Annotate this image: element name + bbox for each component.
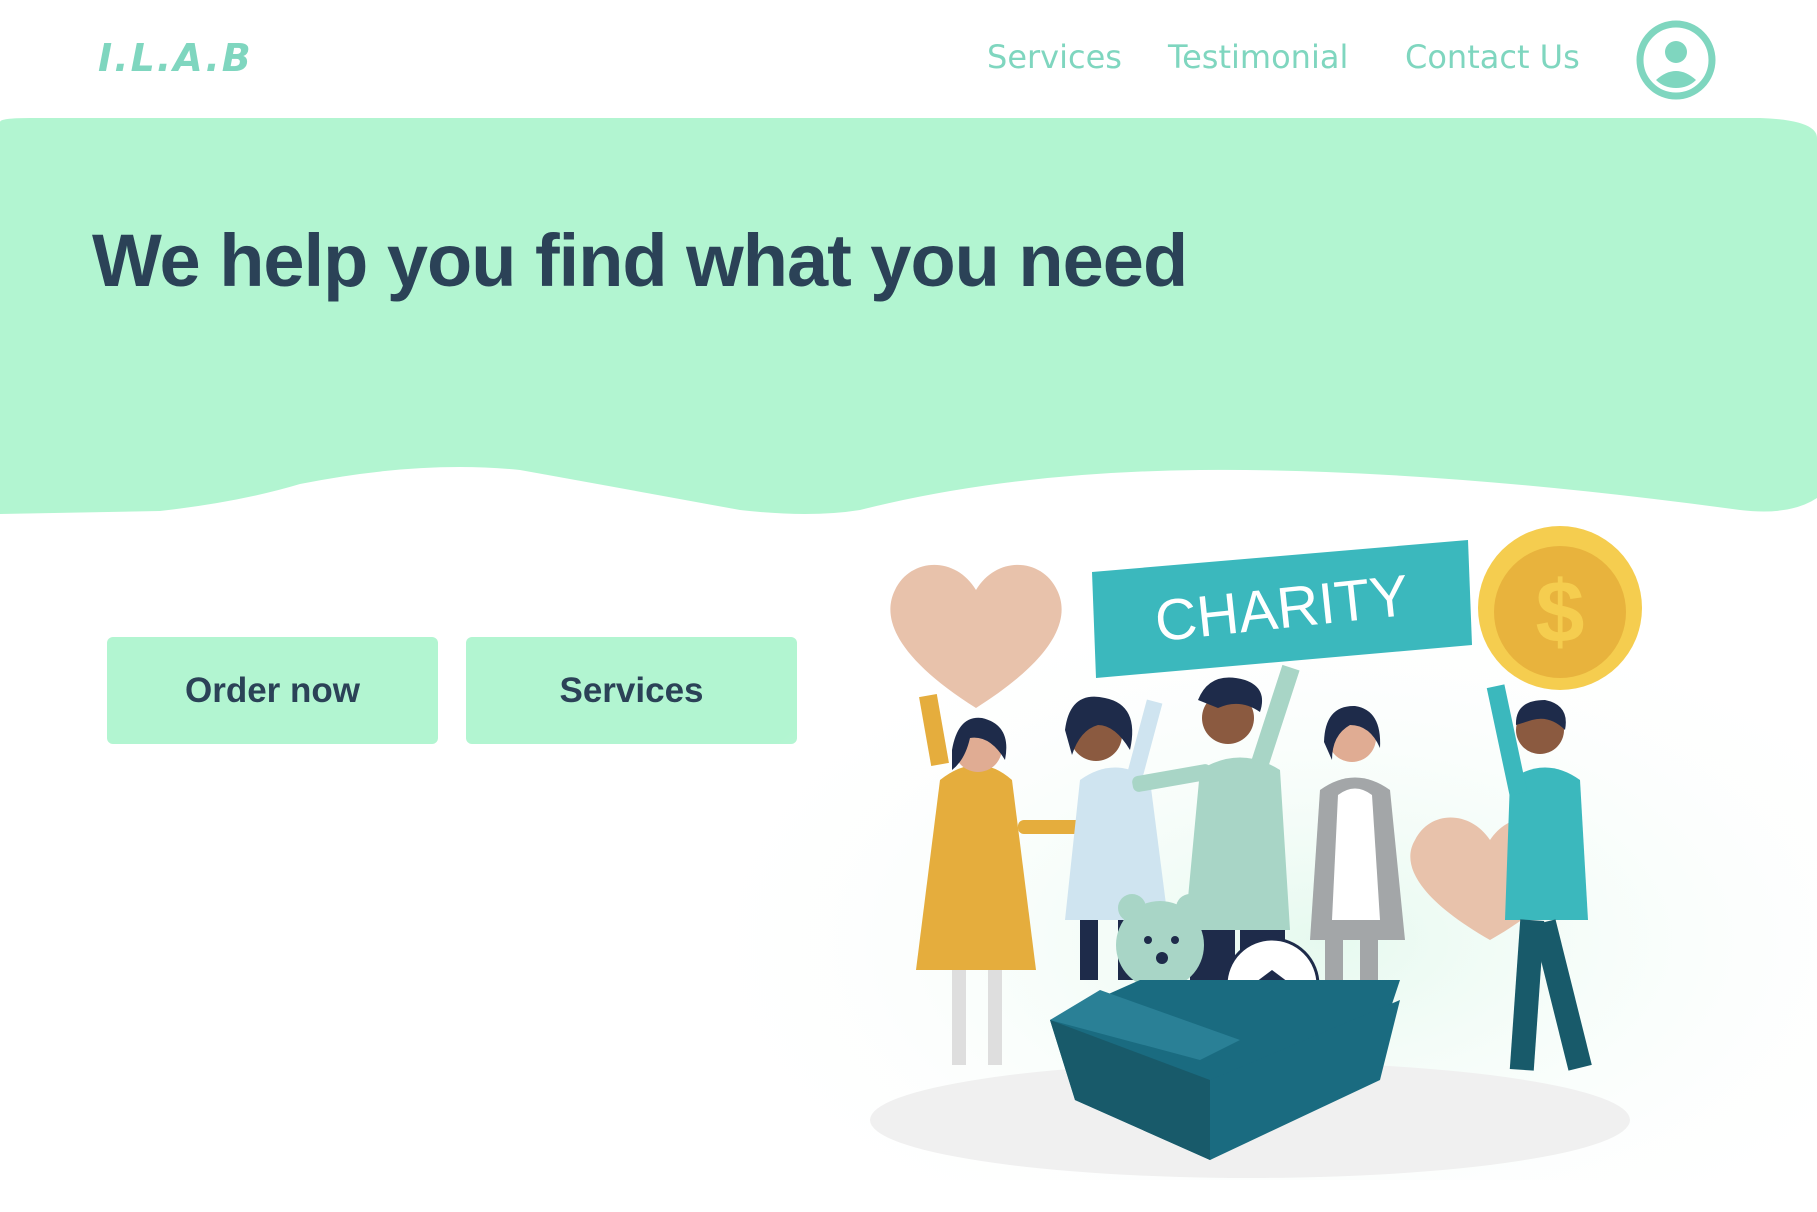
coin-symbol: $ (1536, 562, 1585, 661)
hero-title: We help you find what you need (92, 219, 1188, 302)
site-header: I.L.A.B Services Testimonial Contact Us (0, 0, 1817, 120)
nav-services-link[interactable]: Services (987, 38, 1122, 76)
user-circle-icon[interactable] (1636, 20, 1716, 100)
logo[interactable]: I.L.A.B (98, 36, 253, 80)
order-now-button[interactable]: Order now (107, 637, 438, 744)
charity-illustration: CHARITY $ (720, 520, 1817, 1180)
nav-contact-link[interactable]: Contact Us (1405, 38, 1580, 76)
hero-band (0, 118, 1817, 518)
nav-testimonial-link[interactable]: Testimonial (1168, 38, 1348, 76)
coin: $ (1478, 526, 1642, 690)
